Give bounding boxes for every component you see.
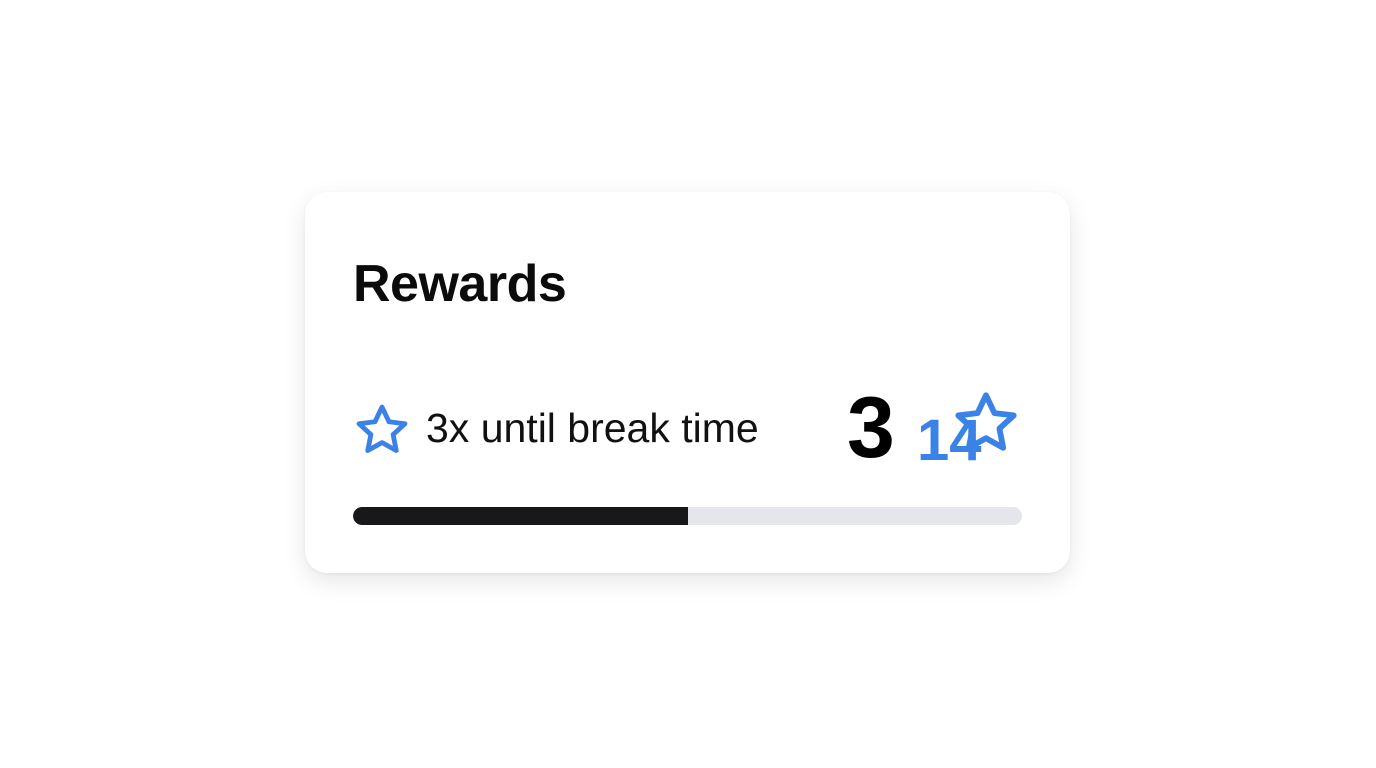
rewards-row: 3x until break time 3 14 (353, 384, 1023, 478)
progress-fill (353, 507, 688, 525)
rewards-count: 3 (847, 380, 895, 476)
card-title: Rewards (353, 255, 567, 313)
rewards-card: Rewards 3x until break time 3 14 (305, 192, 1070, 573)
progress-bar (353, 507, 1022, 525)
rewards-label: 3x until break time (426, 405, 759, 451)
star-icon (951, 388, 1021, 458)
star-icon (353, 401, 411, 459)
